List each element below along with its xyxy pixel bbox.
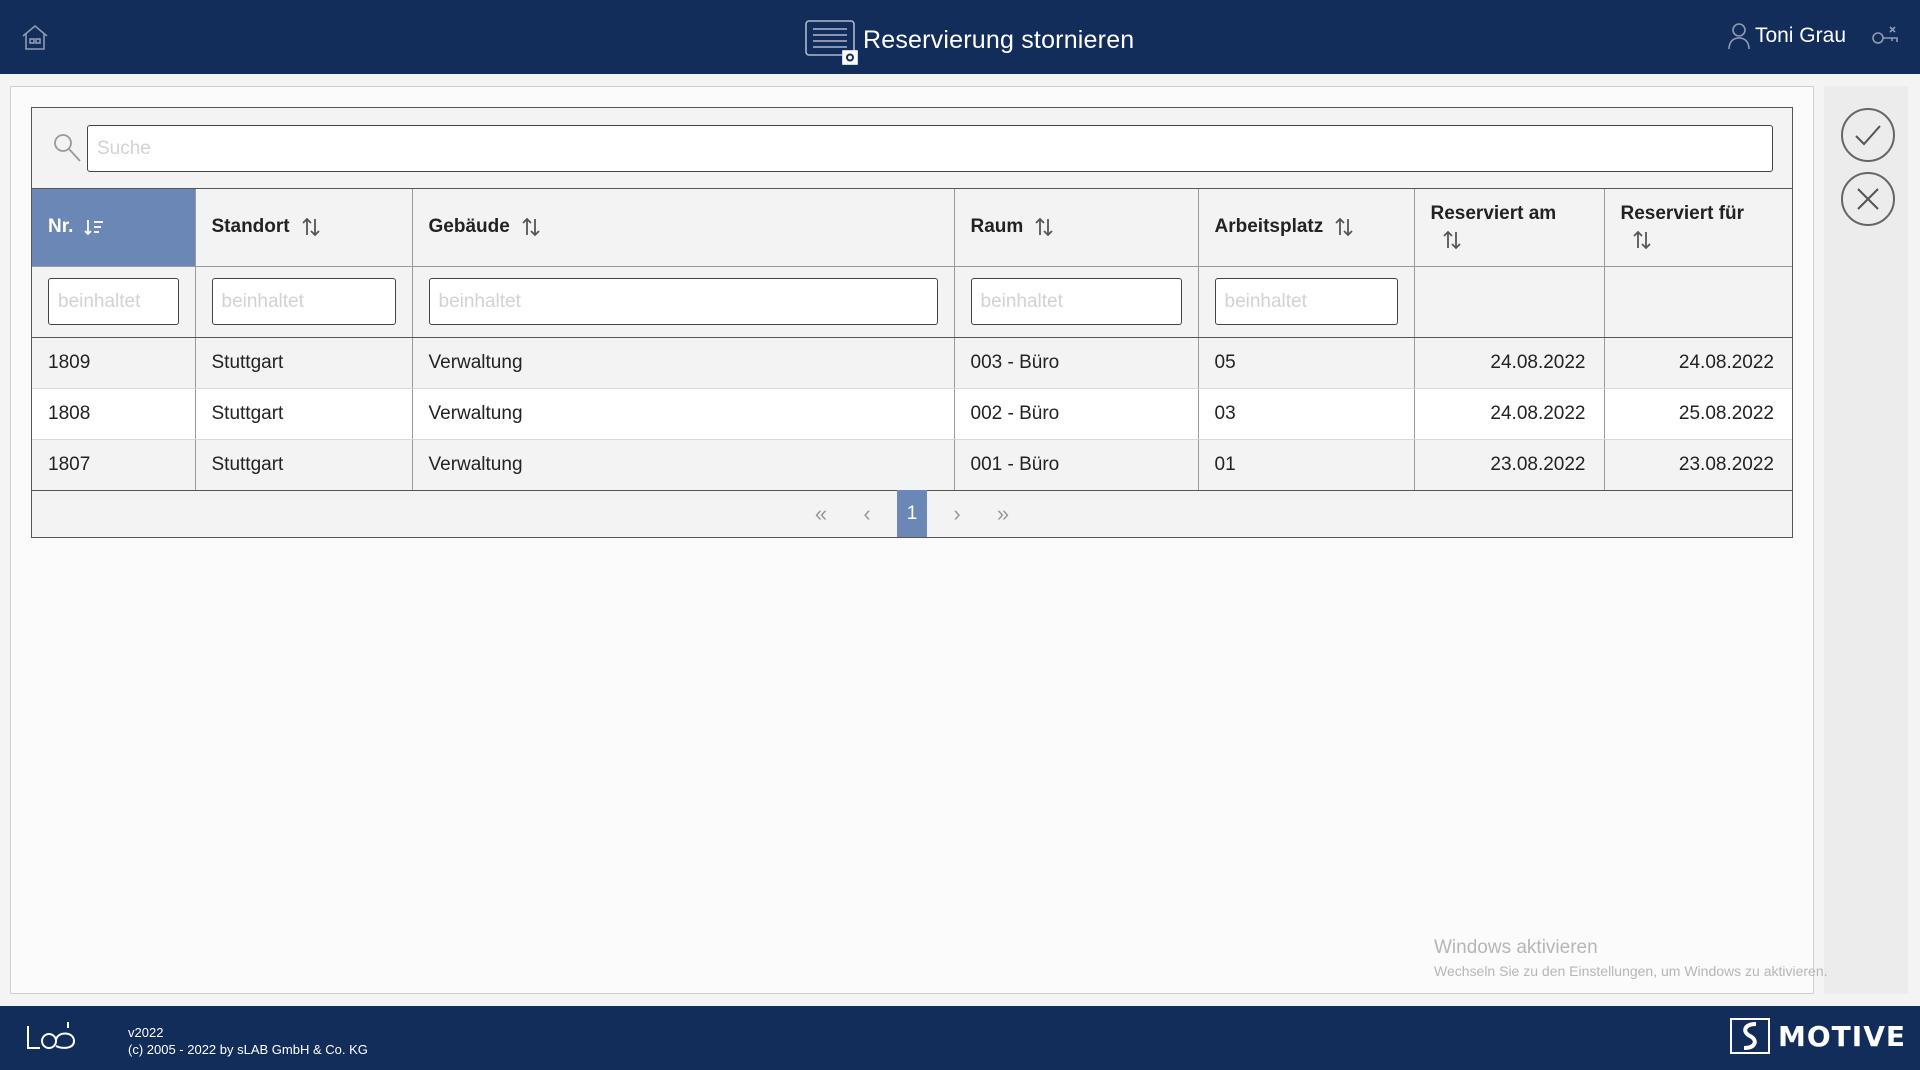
cell-nr: 1808	[32, 388, 196, 440]
cell-reserviert-fuer: 23.08.2022	[1604, 439, 1792, 491]
filter-standort-input[interactable]	[211, 278, 396, 325]
filter-nr-input[interactable]	[48, 278, 179, 325]
page-title: Reservierung stornieren	[863, 25, 1135, 54]
brand-mark-icon	[1730, 1018, 1771, 1054]
column-header-raum[interactable]: Raum	[954, 189, 1199, 267]
search-input[interactable]	[87, 125, 1773, 172]
filter-cell-empty	[1604, 266, 1792, 338]
cell-reserviert-fuer: 25.08.2022	[1604, 388, 1792, 440]
sort-icon[interactable]	[300, 216, 322, 238]
sort-descending-icon[interactable]	[83, 216, 105, 238]
filter-arbeitsplatz-input[interactable]	[1214, 278, 1398, 325]
brand-name: MOTIVE	[1778, 1019, 1906, 1053]
cell-arbeitsplatz: 03	[1198, 388, 1415, 440]
column-header-arbeitsplatz[interactable]: Arbeitsplatz	[1198, 189, 1415, 267]
brand-logo: MOTIVE	[1730, 1018, 1906, 1054]
logout-icon[interactable]	[1870, 24, 1900, 48]
cell-standort: Stuttgart	[195, 337, 413, 389]
cell-raum: 001 - Büro	[954, 439, 1199, 491]
previous-page-button[interactable]: ‹	[851, 490, 883, 537]
column-header-label: Reserviert für	[1620, 203, 1745, 225]
pagination: « ‹ 1 › »	[32, 490, 1792, 537]
cell-reserviert-am: 24.08.2022	[1414, 388, 1605, 440]
confirm-button[interactable]	[1841, 108, 1895, 162]
column-header-label: Reserviert am	[1430, 203, 1557, 225]
version-label: v2022	[128, 1025, 164, 1040]
column-header-label: Gebäude	[428, 216, 510, 238]
check-icon	[1855, 125, 1881, 146]
cell-standort: Stuttgart	[195, 439, 413, 491]
sort-icon[interactable]	[1631, 229, 1653, 251]
user-info[interactable]: Toni Grau	[1727, 22, 1846, 50]
cell-standort: Stuttgart	[195, 388, 413, 440]
column-header-label: Raum	[970, 216, 1024, 238]
reservation-table: Nr. Standort Gebäude Raum Arbeitsplatz R…	[32, 189, 1792, 491]
column-header-gebaeude[interactable]: Gebäude	[412, 189, 955, 267]
footer: v2022 (c) 2005 - 2022 by sLAB GmbH & Co.…	[0, 1006, 1920, 1070]
column-header-label: Standort	[211, 216, 290, 238]
user-name: Toni Grau	[1754, 24, 1846, 47]
table-row[interactable]: 1808 Stuttgart Verwaltung 002 - Büro 03 …	[32, 388, 1792, 440]
windows-activation-watermark: Windows aktivieren Wechseln Sie zu den E…	[1434, 937, 1828, 979]
cell-reserviert-am: 23.08.2022	[1414, 439, 1605, 491]
reservation-grid: Nr. Standort	[31, 107, 1793, 538]
column-header-label: Nr.	[48, 216, 74, 238]
action-panel	[1824, 86, 1908, 994]
cancel-button[interactable]	[1841, 172, 1895, 226]
cell-nr: 1809	[32, 337, 196, 389]
current-page-button[interactable]: 1	[897, 490, 927, 537]
filter-gebaeude-input[interactable]	[428, 278, 938, 325]
cell-raum: 002 - Büro	[954, 388, 1199, 440]
cell-reserviert-am: 24.08.2022	[1414, 337, 1605, 389]
top-header: Reservierung stornieren Toni Grau	[0, 0, 1920, 74]
page-title-group: Reservierung stornieren	[803, 20, 1135, 65]
app-logo-icon	[27, 1022, 76, 1049]
column-header-reserviert-fuer[interactable]: Reserviert für	[1604, 189, 1792, 267]
sort-icon[interactable]	[1441, 229, 1463, 251]
version-info: v2022 (c) 2005 - 2022 by sLAB GmbH & Co.…	[128, 1024, 368, 1058]
cell-nr: 1807	[32, 439, 196, 491]
filter-raum-input[interactable]	[970, 278, 1182, 325]
column-header-nr[interactable]: Nr.	[32, 189, 196, 267]
cell-arbeitsplatz: 05	[1198, 337, 1415, 389]
sort-icon[interactable]	[520, 216, 542, 238]
table-row[interactable]: 1809 Stuttgart Verwaltung 003 - Büro 05 …	[32, 337, 1792, 389]
filter-row	[32, 266, 1792, 338]
close-icon	[1857, 188, 1879, 210]
search-row	[32, 108, 1792, 189]
watermark-title: Windows aktivieren	[1434, 937, 1598, 958]
table-row[interactable]: 1807 Stuttgart Verwaltung 001 - Büro 01 …	[32, 439, 1792, 491]
header-row: Nr. Standort Gebäude Raum Arbeitsplatz R…	[32, 189, 1792, 267]
column-header-label: Arbeitsplatz	[1214, 216, 1324, 238]
next-page-button[interactable]: ›	[941, 490, 973, 537]
column-header-standort[interactable]: Standort	[195, 189, 413, 267]
cell-reserviert-fuer: 24.08.2022	[1604, 337, 1792, 389]
filter-cell-empty	[1414, 266, 1605, 338]
sort-icon[interactable]	[1333, 216, 1355, 238]
watermark-subtitle: Wechseln Sie zu den Einstellungen, um Wi…	[1434, 963, 1828, 979]
first-page-button[interactable]: «	[805, 490, 837, 537]
copyright-label: (c) 2005 - 2022 by sLAB GmbH & Co. KG	[128, 1042, 368, 1057]
home-icon[interactable]	[20, 22, 50, 52]
column-header-reserviert-am[interactable]: Reserviert am	[1414, 189, 1605, 267]
cell-gebaeude: Verwaltung	[412, 337, 955, 389]
cell-gebaeude: Verwaltung	[412, 388, 955, 440]
user-icon	[1728, 23, 1750, 50]
cell-arbeitsplatz: 01	[1198, 439, 1415, 491]
sort-icon[interactable]	[1033, 216, 1055, 238]
cell-raum: 003 - Büro	[954, 337, 1199, 389]
cancel-reservation-icon	[805, 20, 858, 65]
last-page-button[interactable]: »	[987, 490, 1019, 537]
cell-gebaeude: Verwaltung	[412, 439, 955, 491]
main-panel: Nr. Standort	[10, 86, 1814, 994]
search-icon	[54, 134, 81, 162]
